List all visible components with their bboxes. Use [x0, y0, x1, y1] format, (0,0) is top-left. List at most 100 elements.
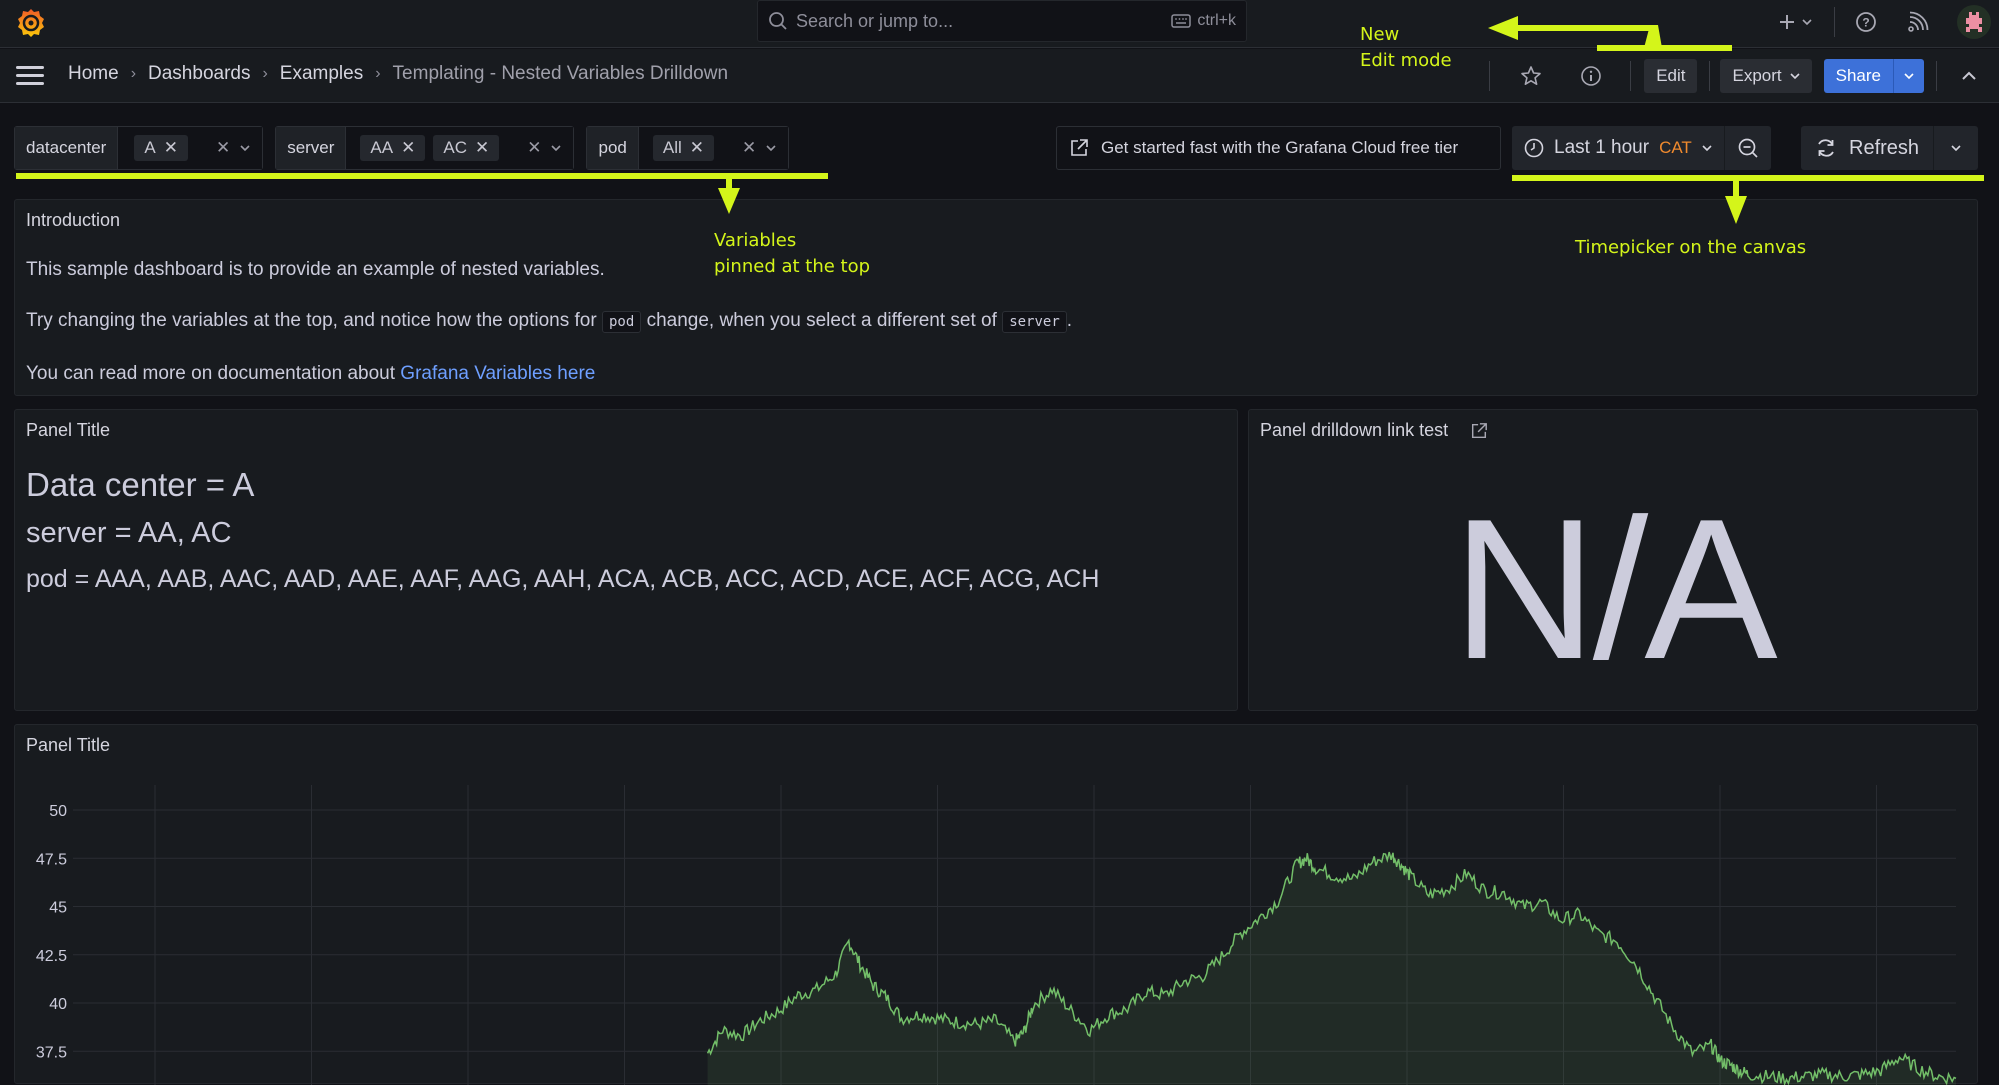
- remove-icon[interactable]: ✕: [475, 138, 489, 158]
- value-chip[interactable]: AC ✕: [433, 135, 500, 161]
- user-avatar[interactable]: [1957, 5, 1991, 39]
- clear-icon[interactable]: ✕: [216, 138, 230, 158]
- keyboard-icon: [1171, 14, 1192, 28]
- top-right-actions: ?: [1778, 0, 1999, 44]
- y-tick-label: 37.5: [36, 1044, 67, 1061]
- series-area: [707, 852, 1956, 1085]
- intro-line-1: This sample dashboard is to provide an e…: [26, 259, 605, 280]
- avatar-icon: [1966, 12, 1982, 32]
- text: You can read more on documentation about: [26, 363, 396, 384]
- remove-icon[interactable]: ✕: [401, 138, 415, 158]
- chevron-down-icon: [1702, 145, 1712, 152]
- annotation-underline-variables: [16, 173, 828, 179]
- variable-datacenter: datacenter A ✕ ✕: [14, 126, 264, 170]
- breadcrumb-dashboards[interactable]: Dashboards: [148, 63, 250, 85]
- shortcut-text: ctrl+k: [1197, 12, 1236, 29]
- intro-line-3: You can read more on documentation about…: [26, 363, 595, 385]
- variable-pod: pod All ✕ ✕: [586, 126, 790, 170]
- edit-button[interactable]: Edit: [1644, 59, 1698, 93]
- plus-icon: [1780, 15, 1794, 29]
- timeseries-chart[interactable]: 50 47.5 45 42.5 40 37.5: [15, 725, 1979, 1085]
- collapse-header-button[interactable]: [1961, 71, 1977, 81]
- divider: [1834, 7, 1835, 37]
- clear-icon[interactable]: ✕: [742, 138, 756, 158]
- external-link-icon[interactable]: [1470, 422, 1488, 440]
- variable-values[interactable]: A ✕: [118, 127, 198, 169]
- refresh-button[interactable]: Refresh: [1801, 126, 1935, 170]
- remove-icon[interactable]: ✕: [690, 138, 704, 158]
- search-input[interactable]: Search or jump to... ctrl+k: [757, 0, 1247, 42]
- refresh-icon: [1818, 139, 1834, 157]
- variable-server: server AA ✕ AC ✕ ✕: [275, 126, 575, 170]
- stat-panel: Panel drilldown link test N/A: [1248, 409, 1978, 711]
- dashboard-info-button[interactable]: [1580, 65, 1602, 87]
- help-button[interactable]: ?: [1855, 11, 1877, 33]
- star-button[interactable]: [1520, 65, 1542, 87]
- divider: [1936, 61, 1937, 91]
- chevron-down-icon[interactable]: [551, 144, 562, 152]
- y-tick-label: 45: [49, 900, 67, 917]
- value-chip[interactable]: AA ✕: [360, 135, 426, 161]
- menu-toggle-button[interactable]: [16, 66, 44, 86]
- remove-icon[interactable]: ✕: [164, 138, 178, 158]
- clock-icon: [1524, 138, 1544, 158]
- panel-title: Introduction: [26, 210, 121, 230]
- breadcrumb-examples[interactable]: Examples: [280, 63, 363, 85]
- breadcrumb-home[interactable]: Home: [68, 63, 119, 85]
- panel-title: Panel Title: [26, 420, 111, 440]
- share-dropdown-button[interactable]: [1893, 59, 1924, 93]
- variable-controls: ✕: [197, 127, 263, 169]
- chevron-down-icon[interactable]: [240, 144, 250, 152]
- refresh-interval-dropdown[interactable]: [1934, 126, 1979, 170]
- variable-values[interactable]: AA ✕ AC ✕: [346, 127, 510, 169]
- panel-title: Panel drilldown link test: [1260, 420, 1488, 441]
- chip-label: AC: [443, 138, 467, 157]
- chip-label: AA: [370, 138, 394, 157]
- code-pod: pod: [602, 311, 642, 333]
- annotation-arrow-timepicker: [1725, 178, 1747, 224]
- export-label: Export: [1732, 66, 1782, 85]
- chevron-down-icon[interactable]: [766, 144, 776, 152]
- chevron-down-icon: [1802, 19, 1812, 26]
- breadcrumb-separator: ›: [130, 65, 137, 82]
- panel-title-text: Panel drilldown link test: [1260, 420, 1449, 440]
- divider: [1630, 61, 1632, 91]
- clear-icon[interactable]: ✕: [527, 138, 541, 158]
- chip-label: All: [662, 138, 682, 157]
- y-tick-label: 40: [49, 996, 67, 1013]
- variables-bar: datacenter A ✕ ✕ server AA ✕ AC ✕ ✕ pod All…: [14, 126, 790, 170]
- svg-text:?: ?: [1862, 16, 1869, 30]
- info-icon: [1581, 66, 1601, 86]
- chevron-down-icon: [1951, 145, 1961, 152]
- grafana-logo-icon[interactable]: [14, 6, 48, 40]
- dashboard-actions: Edit Export Share: [1489, 57, 1999, 95]
- export-button[interactable]: Export: [1720, 59, 1812, 93]
- intro-line-2: Try changing the variables at the top, a…: [26, 310, 1073, 333]
- stat-value: N/A: [1452, 478, 1777, 701]
- zoom-out-button[interactable]: [1724, 126, 1771, 170]
- new-menu-button[interactable]: [1778, 13, 1812, 31]
- grafana-cloud-link[interactable]: Get started fast with the Grafana Cloud …: [1056, 126, 1501, 170]
- text-panel: Panel Title Data center = A server = AA,…: [14, 409, 1238, 711]
- share-button[interactable]: Share: [1823, 59, 1893, 93]
- chevron-down-icon: [1904, 73, 1914, 80]
- variable-controls: ✕: [724, 127, 789, 169]
- annotation-text: Edit mode: [1360, 50, 1452, 71]
- news-button[interactable]: [1907, 11, 1929, 33]
- value-chip[interactable]: All ✕: [652, 135, 715, 161]
- external-link-icon: [1071, 139, 1088, 156]
- grafana-variables-link[interactable]: Grafana Variables here: [400, 363, 595, 384]
- chevron-down-icon: [1790, 73, 1800, 80]
- annotation-text: Variables: [714, 230, 797, 251]
- breadcrumb-separator: ›: [375, 65, 381, 82]
- variable-controls: ✕: [509, 127, 574, 169]
- annotation-arrow-variables: [718, 176, 740, 214]
- variable-values[interactable]: All ✕: [638, 127, 725, 169]
- server-value: server = AA, AC: [26, 517, 232, 549]
- variable-label: pod: [587, 127, 639, 169]
- time-range-button[interactable]: Last 1 hour CAT: [1512, 126, 1725, 170]
- value-chip[interactable]: A ✕: [134, 135, 188, 161]
- text: Try changing the variables at the top, a…: [26, 310, 597, 331]
- text: .: [1066, 310, 1073, 331]
- time-range-label: Last 1 hour: [1554, 137, 1650, 158]
